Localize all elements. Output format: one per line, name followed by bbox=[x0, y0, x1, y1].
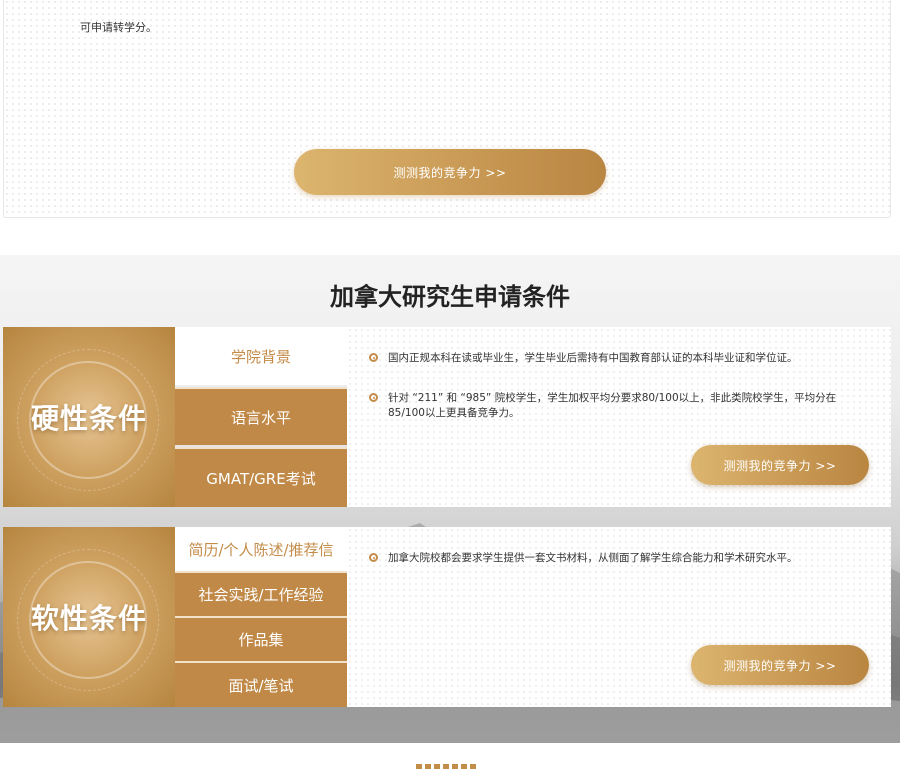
tab-gmat-gre[interactable]: GMAT/GRE考试 bbox=[175, 447, 347, 507]
application-conditions-section: 加拿大研究生申请条件 硬性条件 学院背景 语言水平 GMAT/GRE考试 国内正… bbox=[0, 255, 900, 743]
section-divider-decor bbox=[416, 764, 478, 769]
list-item: 加拿大院校都会要求学生提供一套文书材料，从侧面了解学生综合能力和学术研究水平。 bbox=[369, 551, 858, 566]
hard-conditions-block: 硬性条件 学院背景 语言水平 GMAT/GRE考试 国内正规本科在读或毕业生，学… bbox=[3, 327, 891, 507]
hard-conditions-tabs: 学院背景 语言水平 GMAT/GRE考试 bbox=[175, 327, 347, 507]
soft-conditions-label: 软性条件 bbox=[30, 602, 147, 635]
hard-conditions-content: 国内正规本科在读或毕业生，学生毕业后需持有中国教育部认证的本科毕业证和学位证。 … bbox=[347, 327, 891, 507]
bullet-icon bbox=[369, 553, 378, 562]
bullet-text: 加拿大院校都会要求学生提供一套文书材料，从侧面了解学生综合能力和学术研究水平。 bbox=[388, 552, 798, 564]
list-item: 国内正规本科在读或毕业生，学生毕业后需持有中国教育部认证的本科毕业证和学位证。 bbox=[369, 351, 858, 366]
top-info-card: 可申请转学分。 测测我的竞争力 >> bbox=[3, 0, 891, 218]
tab-academic-background[interactable]: 学院背景 bbox=[175, 327, 347, 385]
tab-language-level[interactable]: 语言水平 bbox=[175, 387, 347, 445]
test-competitiveness-button[interactable]: 测测我的竞争力 >> bbox=[294, 149, 606, 195]
bullet-text: 国内正规本科在读或毕业生，学生毕业后需持有中国教育部认证的本科毕业证和学位证。 bbox=[388, 352, 798, 364]
tab-social-practice-work[interactable]: 社会实践/工作经验 bbox=[175, 571, 347, 616]
hard-conditions-banner: 硬性条件 bbox=[3, 327, 175, 507]
bullet-icon bbox=[369, 393, 378, 402]
hard-test-competitiveness-button[interactable]: 测测我的竞争力 >> bbox=[691, 445, 869, 485]
soft-conditions-content: 加拿大院校都会要求学生提供一套文书材料，从侧面了解学生综合能力和学术研究水平。 … bbox=[347, 527, 891, 707]
soft-conditions-banner: 软性条件 bbox=[3, 527, 175, 707]
tab-portfolio[interactable]: 作品集 bbox=[175, 616, 347, 661]
section-title: 加拿大研究生申请条件 bbox=[330, 283, 570, 311]
transfer-credit-text: 可申请转学分。 bbox=[80, 21, 157, 34]
soft-conditions-tabs: 简历/个人陈述/推荐信 社会实践/工作经验 作品集 面试/笔试 bbox=[175, 527, 347, 707]
tab-interview-exam[interactable]: 面试/笔试 bbox=[175, 661, 347, 707]
tab-resume-ps-recommendation[interactable]: 简历/个人陈述/推荐信 bbox=[175, 527, 347, 571]
hard-conditions-label: 硬性条件 bbox=[30, 402, 147, 435]
list-item: 针对 “211” 和 “985” 院校学生，学生加权平均分要求80/100以上，… bbox=[369, 391, 858, 421]
bullet-text: 针对 “211” 和 “985” 院校学生，学生加权平均分要求80/100以上，… bbox=[388, 392, 837, 419]
bullet-icon bbox=[369, 353, 378, 362]
soft-conditions-block: 软性条件 简历/个人陈述/推荐信 社会实践/工作经验 作品集 面试/笔试 加拿大… bbox=[3, 527, 891, 707]
soft-test-competitiveness-button[interactable]: 测测我的竞争力 >> bbox=[691, 645, 869, 685]
